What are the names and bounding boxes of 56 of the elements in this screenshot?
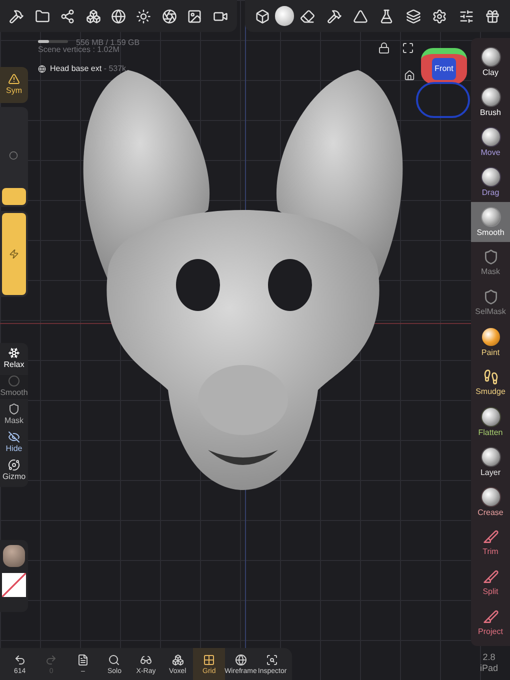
home-icon[interactable] xyxy=(404,70,415,81)
tool-button[interactable]: Split xyxy=(471,562,510,602)
left-tool-button[interactable]: Relax xyxy=(0,347,28,371)
warning-icon xyxy=(8,73,20,85)
cut-icon xyxy=(482,528,498,544)
view-cube[interactable]: Front xyxy=(421,48,467,84)
search-icon xyxy=(108,654,120,666)
shield-icon xyxy=(8,403,20,415)
document-icon xyxy=(76,654,89,666)
mesh-name: Head base ext - 537k xyxy=(50,63,126,75)
cut-icon xyxy=(482,568,498,584)
tool-button[interactable]: Move xyxy=(471,122,510,162)
tool-button[interactable]: Smooth xyxy=(471,202,510,242)
symmetry-button[interactable]: Sym xyxy=(0,67,28,103)
device-label: iPad xyxy=(480,663,498,674)
mesh-icon xyxy=(38,65,46,73)
fullscreen-icon[interactable] xyxy=(402,42,414,54)
tool-button[interactable]: Trim xyxy=(471,522,510,562)
tool-button[interactable]: Drag xyxy=(471,162,510,202)
brush-preview-icon[interactable] xyxy=(275,6,294,26)
left-tool-button[interactable]: Gizmo xyxy=(0,459,28,483)
tool-button[interactable]: Crease xyxy=(471,482,510,522)
circle-icon xyxy=(9,151,18,160)
orbit-icon xyxy=(8,459,20,471)
memory-bar xyxy=(38,40,68,43)
tool-button[interactable]: Mask xyxy=(471,242,510,282)
version-number: 2.8 xyxy=(482,652,496,664)
circle-icon xyxy=(8,375,20,387)
undo-icon xyxy=(14,654,26,666)
left-tool-button[interactable]: Mask xyxy=(0,403,28,427)
tool-button[interactable]: Layer xyxy=(471,442,510,482)
globe-icon xyxy=(234,654,247,666)
eye-off-icon xyxy=(8,431,20,443)
tool-button[interactable]: Smudge xyxy=(471,362,510,402)
cut-icon xyxy=(482,608,498,624)
snowflake-icon xyxy=(8,347,20,359)
smudge-icon xyxy=(482,368,498,384)
tool-button[interactable]: Flatten xyxy=(471,402,510,442)
scene-vertices: Scene vertices : 1.02M xyxy=(38,45,120,56)
lock-icon[interactable] xyxy=(378,42,390,54)
material-swatch[interactable] xyxy=(3,545,25,567)
redo-icon xyxy=(45,654,58,666)
radius-slider[interactable] xyxy=(0,107,28,207)
left-tool-button[interactable]: Hide xyxy=(0,431,28,455)
inspect-icon xyxy=(266,654,278,666)
tool-button[interactable]: Brush xyxy=(471,82,510,122)
color-swatch[interactable] xyxy=(2,573,26,597)
tool-button[interactable]: Project xyxy=(471,602,510,642)
tool-button[interactable]: Clay xyxy=(471,42,510,82)
shield-icon xyxy=(482,288,498,304)
tool-button[interactable]: Paint xyxy=(471,322,510,362)
tool-button[interactable]: SelMask xyxy=(471,282,510,322)
grid-icon xyxy=(203,654,216,666)
glasses-icon xyxy=(140,654,152,666)
lightning-icon xyxy=(9,249,19,259)
shield-icon xyxy=(482,248,498,264)
